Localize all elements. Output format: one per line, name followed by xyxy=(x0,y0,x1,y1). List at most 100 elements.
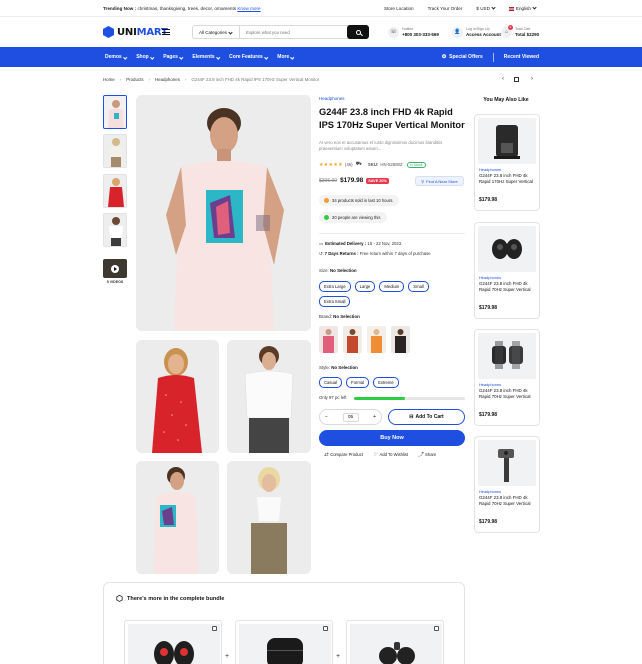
bundle-item-checkbox[interactable] xyxy=(434,626,439,631)
size-option-medium[interactable]: Medium xyxy=(379,281,405,292)
red-dress-illustration xyxy=(136,340,219,453)
brand-option[interactable] xyxy=(319,326,338,353)
track-order-link[interactable]: Track Your Order xyxy=(428,6,463,11)
quantity-decrease-button[interactable]: − xyxy=(325,414,328,420)
thumbnail-image xyxy=(104,214,126,246)
know-more-link[interactable]: Know more xyxy=(237,6,260,11)
bundle-item-checkbox[interactable] xyxy=(323,626,328,631)
thumbnail-3[interactable] xyxy=(103,174,127,208)
earbuds-case-icon xyxy=(239,624,331,664)
currency-select[interactable]: $ USD xyxy=(476,5,496,11)
bundle-item-card[interactable] xyxy=(346,620,444,664)
prev-product-icon[interactable]: ‹ xyxy=(502,76,504,82)
brand-option[interactable] xyxy=(391,326,410,353)
quantity-value[interactable]: 05 xyxy=(342,412,359,422)
hotline[interactable]: ☏ Hotline +800 303-333-569 xyxy=(388,26,439,38)
store-location-link[interactable]: Store Location xyxy=(384,6,414,11)
breadcrumb-headphones[interactable]: Headphones xyxy=(155,77,180,82)
grid-icon[interactable] xyxy=(514,77,519,84)
next-product-icon[interactable]: › xyxy=(531,76,533,82)
gallery-image-side-tee[interactable] xyxy=(136,461,219,574)
nav-pages[interactable]: Pages xyxy=(163,54,183,60)
buy-now-button[interactable]: Buy Now xyxy=(319,430,465,446)
nav-label: Core Features xyxy=(229,54,263,60)
search-button[interactable] xyxy=(347,25,369,39)
find-store-button[interactable]: ⚲ Find A Near Store xyxy=(415,176,464,186)
size-option-large[interactable]: Large xyxy=(354,281,376,292)
style-option-formal[interactable]: Formal xyxy=(346,377,370,388)
nav-demos[interactable]: Demos xyxy=(105,54,127,60)
breadcrumb-home[interactable]: Home xyxy=(103,77,115,82)
breadcrumb-products[interactable]: Products xyxy=(126,77,143,82)
add-to-cart-label: Add To Cart xyxy=(415,414,444,420)
main-product-image[interactable] xyxy=(136,95,311,331)
style-selection: No Selection xyxy=(331,365,358,370)
related-product-card[interactable]: Headphones G244F 23.8 inch FHD 4k Rapid … xyxy=(474,222,540,319)
logo-cube-icon xyxy=(103,26,114,38)
share-link[interactable]: ⤴ Share xyxy=(418,451,436,458)
cart-total: Total $2290 xyxy=(515,32,540,37)
quantity-stepper: − 05 + xyxy=(319,409,382,425)
bundle-item-card[interactable] xyxy=(235,620,333,664)
language-select[interactable]: English xyxy=(508,5,537,11)
sold-text: 34 products sold in last 10 hours. xyxy=(332,198,394,203)
style-option-casual[interactable]: Casual xyxy=(319,377,343,388)
nav-more[interactable]: More xyxy=(277,54,295,60)
style-option-extreme[interactable]: Extreme xyxy=(373,377,399,388)
logo-main: UNI xyxy=(117,26,137,38)
search-input[interactable] xyxy=(246,29,346,35)
video-thumbnail[interactable] xyxy=(103,259,127,278)
related-product-image xyxy=(478,118,536,164)
trending-bar: Trending Now : christmas, thanksgiving, … xyxy=(103,6,261,11)
product-title: G244F 23.8 inch FHD 4k Rapid IPS 170Hz S… xyxy=(319,107,465,130)
chevron-down-icon xyxy=(290,55,295,59)
nav-label: Demos xyxy=(105,54,122,60)
related-product-card[interactable]: Headphones G244F 23.8 inch FHD 4k Rapid … xyxy=(474,114,540,211)
thumbnail-1[interactable] xyxy=(103,95,127,129)
nav-core-features[interactable]: Core Features xyxy=(229,54,268,60)
nav-label: More xyxy=(277,54,290,60)
special-offers-link[interactable]: ✪ Special Offers xyxy=(442,54,483,60)
rating-count: (46) xyxy=(344,162,353,167)
gallery-image-white-tee[interactable] xyxy=(227,340,311,453)
gallery-image-cargo[interactable] xyxy=(227,461,311,574)
bundle-item-checkbox[interactable] xyxy=(212,626,217,631)
brand-option[interactable] xyxy=(343,326,362,353)
account[interactable]: 👤 Log in/Sign Up Access Account xyxy=(452,26,501,38)
current-price: $179.98 xyxy=(340,177,364,184)
bundle-item-image xyxy=(128,624,220,664)
language-value: English xyxy=(515,6,531,11)
logo[interactable]: UNIMART xyxy=(103,25,168,39)
size-option-extra-large[interactable]: Extra Large xyxy=(319,281,351,292)
chevron-down-icon xyxy=(123,55,127,59)
gallery-image-red-dress[interactable] xyxy=(136,340,219,453)
breadcrumb: Home › Products › Headphones › G244F 23.8 i… xyxy=(103,77,319,82)
thumbnail-4[interactable] xyxy=(103,213,127,247)
compare-product-link[interactable]: ⇄ Compare Product xyxy=(324,451,363,458)
cart[interactable]: ⌂ 3 Total Cart Total $2290 xyxy=(501,24,540,38)
bundle-title: ⬡ There's more in the complete bundle xyxy=(116,594,224,603)
category-select[interactable]: All Categories xyxy=(193,26,240,38)
add-to-cart-button[interactable]: ⊟ Add To Cart xyxy=(388,409,465,425)
related-product-name: G244F 23.8 inch FHD 4k Rapid 70Hz Super … xyxy=(479,388,531,399)
menu-icon[interactable] xyxy=(162,29,170,35)
related-product-card[interactable]: Headphones G244F 23.8 inch FHD 4k Rapid … xyxy=(474,436,540,533)
thumbnail-2[interactable] xyxy=(103,134,127,168)
related-product-card[interactable]: Headphones G244F 23.8 inch FHD 4k Rapid … xyxy=(474,329,540,426)
search-bar: All Categories xyxy=(192,25,369,39)
compare-icon: ⇄ xyxy=(324,451,329,458)
nav-shop[interactable]: Shop xyxy=(136,54,154,60)
related-product-category: Headphones xyxy=(479,167,502,172)
size-selection: No Selection xyxy=(330,268,357,273)
product-category-link[interactable]: Headphones xyxy=(319,96,345,101)
bundle-item-card[interactable] xyxy=(124,620,222,664)
size-option-small[interactable]: Small xyxy=(408,281,429,292)
nav-elements[interactable]: Elements xyxy=(192,54,220,60)
quantity-increase-button[interactable]: + xyxy=(373,414,376,420)
style-label: Style: No Selection xyxy=(319,365,358,370)
size-option-extra-small[interactable]: Extra Small xyxy=(319,296,351,307)
brand-option[interactable] xyxy=(367,326,386,353)
box-icon: ▭ xyxy=(319,241,324,246)
add-to-wishlist-link[interactable]: ♡ Add To Wishlist xyxy=(373,451,408,458)
recent-viewed-link[interactable]: Recent Viewed xyxy=(504,54,539,60)
